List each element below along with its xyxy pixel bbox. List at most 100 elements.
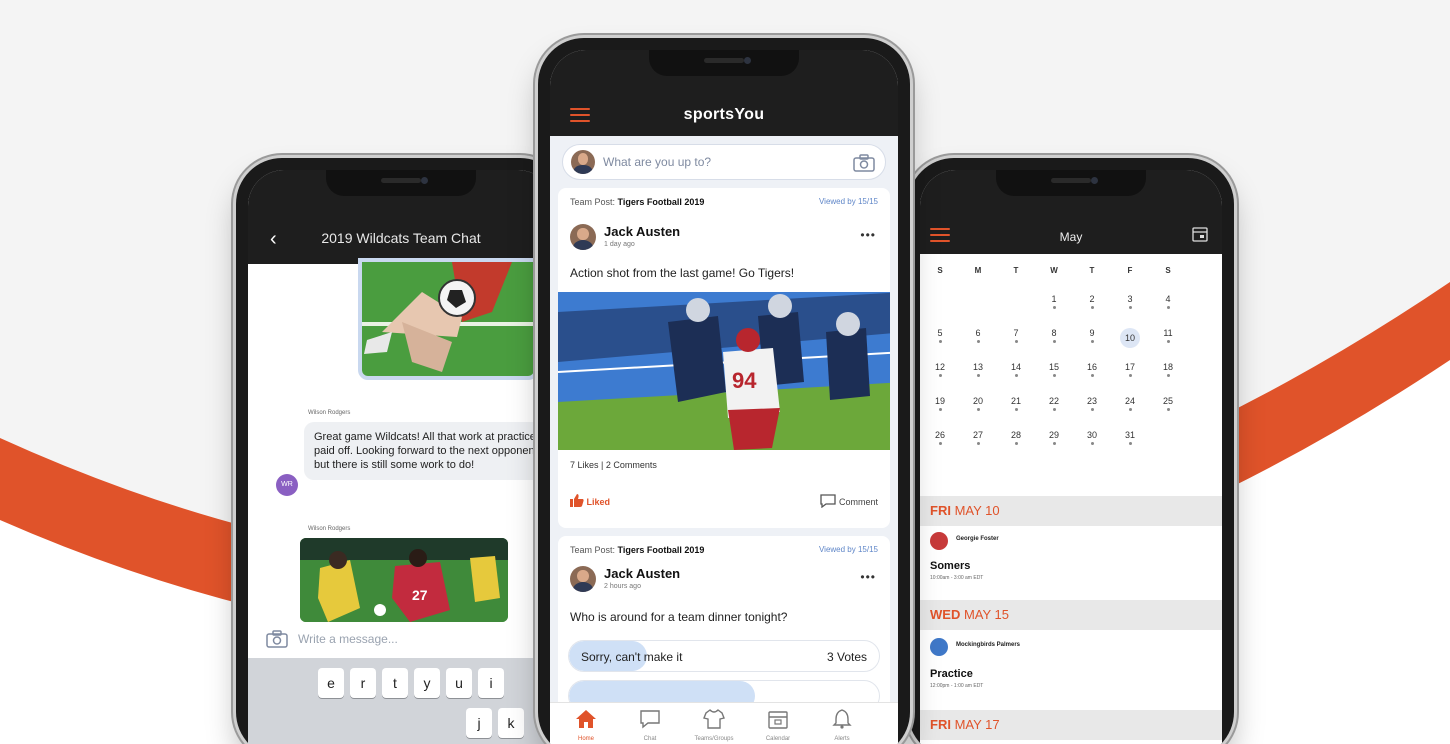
liked-label: Liked xyxy=(586,497,611,507)
calendar-day[interactable]: 12 xyxy=(930,362,950,377)
calendar-day[interactable]: 17 xyxy=(1120,362,1140,377)
tab-home[interactable]: Home xyxy=(556,709,616,742)
key-e[interactable]: e xyxy=(318,668,344,698)
post-author[interactable]: Jack Austen xyxy=(604,566,680,581)
calendar-day[interactable]: 11 xyxy=(1158,328,1178,343)
post-team[interactable]: Tigers Football 2019 xyxy=(618,545,705,555)
calendar-day[interactable]: 15 xyxy=(1044,362,1064,377)
feed-post[interactable]: Team Post: Tigers Football 2019 Viewed b… xyxy=(558,188,890,528)
comments-count[interactable]: 2 Comments xyxy=(606,460,657,470)
key-j[interactable]: j xyxy=(466,708,492,738)
calendar-day[interactable]: 7 xyxy=(1006,328,1026,343)
key-y[interactable]: y xyxy=(414,668,440,698)
weekday-header: W xyxy=(1050,266,1058,275)
event-item[interactable]: Georgie Foster Somers 10:00am - 3:00 am … xyxy=(930,532,1210,592)
calendar-day-number: 24 xyxy=(1124,396,1135,406)
calendar-day[interactable]: 27 xyxy=(968,430,988,445)
weekday-header: F xyxy=(1127,266,1133,275)
chat-screen: ‹ 2019 Wildcats Team Chat Wilson Rodgers… xyxy=(248,170,554,744)
calendar-screen: May S M T W T F S 1 2 3 4 5 6 7 8 9 10 11 12 13 14 15 16 17 18 19… xyxy=(920,170,1222,744)
like-button[interactable]: Liked xyxy=(570,494,610,507)
event-dot xyxy=(1166,374,1170,377)
calendar-day[interactable]: 4 xyxy=(1158,294,1178,309)
calendar-day[interactable]: 19 xyxy=(930,396,950,411)
camera-icon[interactable] xyxy=(266,630,288,648)
key-i[interactable]: i xyxy=(478,668,504,698)
calendar-day-number: 30 xyxy=(1086,430,1097,440)
tab-calendar[interactable]: Calendar xyxy=(748,709,808,742)
sender-name: Wilson Rodgers xyxy=(308,526,351,532)
tab-alerts[interactable]: Alerts xyxy=(812,709,872,742)
avatar[interactable]: WR xyxy=(276,474,298,496)
calendar-grid[interactable]: S M T W T F S 1 2 3 4 5 6 7 8 9 10 11 12 13 14 15 16 17 18 19 20 21… xyxy=(920,254,1222,484)
calendar-day[interactable]: 26 xyxy=(930,430,950,445)
post-time: 2 hours ago xyxy=(604,583,641,590)
calendar-day-number: 13 xyxy=(972,362,983,372)
calendar-day[interactable]: 20 xyxy=(968,396,988,411)
post-author[interactable]: Jack Austen xyxy=(604,224,680,239)
news-feed[interactable]: What are you up to? Team Post: Tigers Fo… xyxy=(550,136,898,744)
weekday-header: T xyxy=(1089,266,1095,275)
chat-photo-soccer[interactable] xyxy=(358,258,538,380)
message-input[interactable]: Write a message... xyxy=(298,632,398,646)
more-options-icon[interactable]: ••• xyxy=(860,570,876,584)
calendar-day[interactable]: 3 xyxy=(1120,294,1140,309)
post-text: Who is around for a team dinner tonight? xyxy=(570,610,788,624)
calendar-day[interactable]: 6 xyxy=(968,328,988,343)
section-day: WED xyxy=(930,607,961,622)
calendar-phone: May S M T W T F S 1 2 3 4 5 6 7 8 9 10 11 12 13 14 15 16 17 18 19… xyxy=(908,158,1234,744)
viewed-count[interactable]: Viewed by 15/15 xyxy=(819,545,878,554)
calendar-day[interactable]: 14 xyxy=(1006,362,1026,377)
avatar[interactable] xyxy=(570,224,596,250)
poll-option[interactable]: Sorry, can't make it 3 Votes xyxy=(568,640,880,672)
feed-phone: sportsYou What are you up to? Team Post:… xyxy=(538,38,910,744)
post-composer[interactable]: What are you up to? xyxy=(562,144,886,180)
event-dot xyxy=(976,374,980,377)
calendar-day[interactable]: 18 xyxy=(1158,362,1178,377)
calendar-day[interactable]: 8 xyxy=(1044,328,1064,343)
event-item[interactable]: Mockingbirds Palmers Practice 12:00pm - … xyxy=(930,638,1210,698)
calendar-day[interactable]: 9 xyxy=(1082,328,1102,343)
calendar-day[interactable]: 30 xyxy=(1082,430,1102,445)
calendar-day-number: 22 xyxy=(1048,396,1059,406)
chat-composer[interactable]: Write a message... xyxy=(248,624,554,654)
calendar-view-icon[interactable] xyxy=(1192,226,1208,242)
calendar-day[interactable]: 25 xyxy=(1158,396,1178,411)
calendar-day[interactable]: 22 xyxy=(1044,396,1064,411)
post-photo-football[interactable]: 94 xyxy=(558,292,890,450)
camera-icon[interactable] xyxy=(853,154,875,172)
key-t[interactable]: t xyxy=(382,668,408,698)
section-header-wed-may-15: WED MAY 15 xyxy=(920,600,1222,630)
viewed-count[interactable]: Viewed by 15/15 xyxy=(819,197,878,206)
event-dot xyxy=(938,442,942,445)
calendar-day[interactable]: 21 xyxy=(1006,396,1026,411)
post-input[interactable]: What are you up to? xyxy=(603,155,711,169)
calendar-day[interactable]: 28 xyxy=(1006,430,1026,445)
tab-chat[interactable]: Chat xyxy=(620,709,680,742)
key-u[interactable]: u xyxy=(446,668,472,698)
chat-photo-girls-soccer[interactable]: 27 xyxy=(300,538,508,622)
calendar-day[interactable]: 16 xyxy=(1082,362,1102,377)
avatar[interactable] xyxy=(570,566,596,592)
post-team[interactable]: Tigers Football 2019 xyxy=(618,197,705,207)
calendar-day[interactable]: 1 xyxy=(1044,294,1064,309)
calendar-day[interactable]: 13 xyxy=(968,362,988,377)
post-stats[interactable]: 7 Likes | 2 Comments xyxy=(570,460,657,470)
more-options-icon[interactable]: ••• xyxy=(860,228,876,242)
calendar-day[interactable]: 5 xyxy=(930,328,950,343)
calendar-day[interactable]: 31 xyxy=(1120,430,1140,445)
tab-teams-groups[interactable]: Teams/Groups xyxy=(684,709,744,742)
event-dot xyxy=(1090,306,1094,309)
on-screen-keyboard[interactable]: e r t y u i j k xyxy=(248,658,554,744)
calendar-day[interactable]: 23 xyxy=(1082,396,1102,411)
comment-button[interactable]: Comment xyxy=(820,494,878,509)
chat-messages[interactable]: Wilson Rodgers Great game Wildcats! All … xyxy=(248,258,554,744)
calendar-day[interactable]: 2 xyxy=(1082,294,1102,309)
key-k[interactable]: k xyxy=(498,708,524,738)
calendar-day[interactable]: 24 xyxy=(1120,396,1140,411)
likes-count[interactable]: 7 Likes xyxy=(570,460,599,470)
calendar-day[interactable]: 29 xyxy=(1044,430,1064,445)
calendar-day[interactable]: 10 xyxy=(1120,328,1140,348)
key-r[interactable]: r xyxy=(350,668,376,698)
team-logo-icon xyxy=(930,638,948,656)
